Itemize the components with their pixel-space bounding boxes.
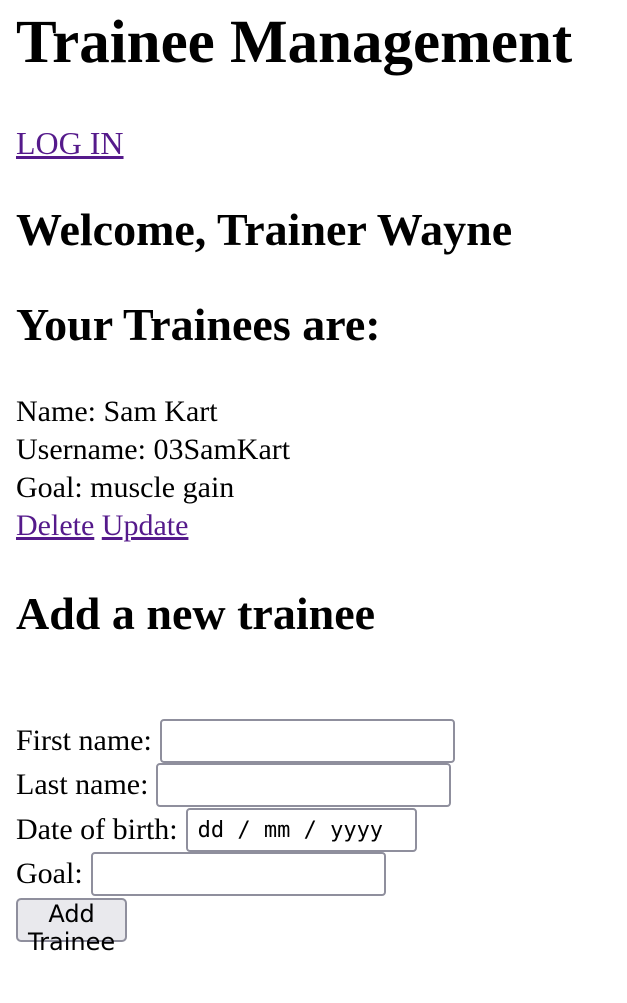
delete-link[interactable]: Delete [16, 509, 94, 542]
first-name-input[interactable] [159, 719, 455, 763]
add-trainee-heading: Add a new trainee [16, 588, 376, 639]
trainee-name: Name: Sam Kart [16, 395, 218, 428]
login-link[interactable]: LOG IN [16, 124, 124, 162]
goal-input[interactable] [90, 852, 386, 896]
trainees-heading: Your Trainees are: [16, 299, 381, 350]
dob-input[interactable]: dd / mm / yyyy [185, 808, 417, 852]
dob-row: Date of birth: dd / mm / yyyy [16, 808, 417, 852]
page-title: Trainee Management [16, 9, 573, 76]
last-name-label: Last name: [16, 768, 149, 801]
welcome-heading: Welcome, Trainer Wayne [16, 204, 513, 255]
last-name-input[interactable] [156, 763, 452, 807]
trainee-actions: Delete Update [16, 507, 290, 545]
first-name-label: First name: [16, 724, 152, 757]
first-name-row: First name: [16, 719, 455, 763]
update-link[interactable]: Update [102, 509, 189, 542]
goal-label: Goal: [16, 857, 83, 890]
goal-row: Goal: [16, 852, 386, 896]
trainee-username: Username: 03SamKart [16, 433, 291, 466]
dob-label: Date of birth: [16, 813, 178, 846]
dob-placeholder: dd / mm / yyyy [197, 817, 384, 843]
add-trainee-button[interactable]: Add Trainee [16, 898, 128, 956]
trainee-item: Name: Sam Kart Username: 03SamKart Goal:… [16, 393, 290, 545]
last-name-row: Last name: [16, 763, 452, 807]
trainee-goal: Goal: muscle gain [16, 471, 235, 504]
